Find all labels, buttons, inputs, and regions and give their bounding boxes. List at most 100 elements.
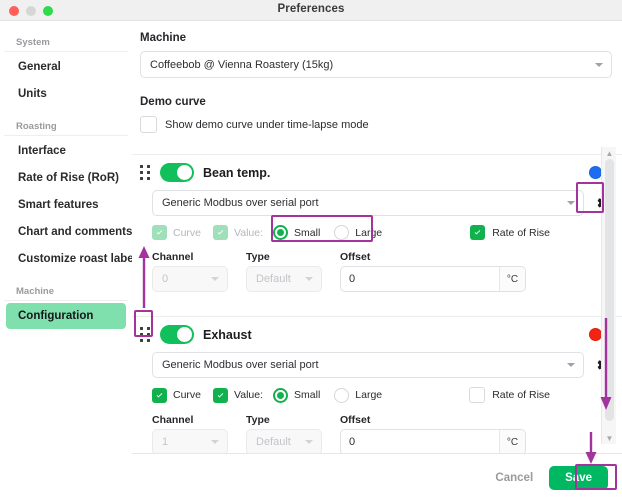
sidebar-item-general[interactable]: General: [6, 54, 126, 80]
chevron-down-icon: [211, 277, 219, 281]
exhaust-offset-input-wrap: °C: [340, 429, 526, 453]
demo-curve-checkbox-label: Show demo curve under time-lapse mode: [165, 118, 369, 131]
exhaust-rate-of-rise-label: Rate of Rise: [492, 389, 550, 401]
exhaust-toggle[interactable]: [160, 325, 194, 344]
main-content: Machine Coffeebob @ Vienna Roastery (15k…: [132, 21, 622, 453]
bean-temp-protocol-select[interactable]: Generic Modbus over serial port: [152, 190, 584, 216]
exhaust-offset-field: Offset °C: [340, 414, 526, 453]
exhaust-header: Exhaust: [132, 317, 622, 344]
exhaust-title: Exhaust: [203, 327, 252, 342]
bean-temp-value-label: Value:: [234, 226, 264, 239]
bean-temp-channel-field: Channel 0: [152, 251, 228, 292]
machine-label: Machine: [140, 32, 187, 44]
bean-temp-options-row: Curve Value: Small Large Rate of Rise: [132, 216, 622, 240]
sidebar-item-interface[interactable]: Interface: [6, 138, 126, 164]
chevron-down-icon: [305, 277, 313, 281]
bean-temp-channel-label: Channel: [152, 251, 194, 263]
scroll-down-arrow-icon[interactable]: ▼: [602, 432, 617, 444]
sidebar-item-units[interactable]: Units: [6, 81, 126, 107]
exhaust-size-radio-group: Small Large: [273, 387, 382, 403]
exhaust-protocol-row: Generic Modbus over serial port: [132, 344, 622, 378]
scrollbar-thumb[interactable]: [605, 159, 614, 421]
bean-temp-ror-group: Rate of Rise: [470, 225, 550, 240]
machine-select-value: Coffeebob @ Vienna Roastery (15kg): [150, 58, 334, 71]
exhaust-protocol-value: Generic Modbus over serial port: [162, 359, 319, 371]
bean-temp-size-large-label: Large: [355, 226, 383, 239]
exhaust-protocol-select[interactable]: Generic Modbus over serial port: [152, 352, 584, 378]
cancel-button[interactable]: Cancel: [495, 472, 533, 484]
bean-temp-protocol-value: Generic Modbus over serial port: [162, 197, 319, 209]
dialog-footer: Cancel Save: [132, 453, 622, 501]
bean-temp-channel-select[interactable]: 0: [152, 266, 228, 292]
exhaust-type-value: Default: [256, 436, 291, 448]
sidebar-group-system: System: [4, 33, 128, 52]
demo-curve-label: Demo curve: [140, 96, 206, 108]
sidebar-item-customize-roast-labels[interactable]: Customize roast labels: [6, 246, 143, 272]
bean-temp-size-small-radio[interactable]: [273, 225, 289, 240]
chevron-down-icon: [595, 62, 603, 67]
bean-temp-offset-input[interactable]: [341, 267, 499, 291]
bean-temp-size-radio-group: Small Large: [273, 225, 382, 240]
chevron-down-icon: [567, 201, 575, 205]
sidebar-group-machine: Machine: [4, 282, 128, 301]
bean-temp-title: Bean temp.: [203, 165, 271, 180]
exhaust-channel-value: 1: [162, 436, 169, 448]
exhaust-channel-label: Channel: [152, 414, 194, 426]
device-bean-temp: Bean temp. Generic Modbus over serial po…: [132, 155, 622, 292]
bean-temp-curve-checkbox[interactable]: [152, 225, 167, 240]
scroll-up-arrow-icon[interactable]: ▲: [602, 147, 617, 159]
exhaust-size-small-radio[interactable]: [273, 387, 289, 403]
exhaust-type-select[interactable]: Default: [246, 429, 322, 453]
bean-temp-offset-field: Offset °C: [340, 251, 526, 292]
demo-curve-checkbox[interactable]: [140, 116, 157, 133]
bean-temp-fields-row: Channel 0 Type Default Offset 0 °C: [132, 240, 622, 292]
demo-curve-row: Show demo curve under time-lapse mode: [140, 116, 612, 133]
chevron-down-icon: [305, 440, 313, 444]
sidebar-item-configuration[interactable]: Configuration: [6, 303, 126, 329]
exhaust-options-row: Curve Value: Small Large Rate of Rise: [132, 378, 622, 403]
device-exhaust: Exhaust Generic Modbus over serial port: [132, 317, 622, 453]
preferences-window: Preferences System General Units Roastin…: [0, 0, 622, 501]
machine-section: Machine Coffeebob @ Vienna Roastery (15k…: [140, 32, 612, 78]
exhaust-size-large-radio[interactable]: [334, 387, 350, 403]
bean-temp-offset-unit: °C: [499, 267, 525, 291]
chevron-down-icon: [567, 363, 575, 367]
exhaust-rate-of-rise-checkbox[interactable]: [469, 387, 486, 403]
demo-curve-section: Demo curve Show demo curve under time-la…: [140, 96, 612, 133]
exhaust-type-field: Type Default: [246, 414, 322, 453]
exhaust-curve-checkbox[interactable]: [152, 387, 167, 403]
exhaust-offset-label: Offset: [340, 414, 371, 426]
sidebar-item-rate-of-rise[interactable]: Rate of Rise (RoR): [6, 165, 126, 191]
bean-temp-protocol-row: Generic Modbus over serial port: [132, 182, 622, 216]
window-title: Preferences: [277, 3, 345, 15]
title-bar: Preferences: [0, 0, 622, 21]
drag-handle-icon[interactable]: [140, 165, 151, 180]
bean-temp-value-checkbox[interactable]: [213, 225, 229, 240]
content-scrollbar[interactable]: ▲ ▼: [601, 147, 616, 444]
exhaust-value-checkbox[interactable]: [213, 387, 229, 403]
bean-temp-channel-value: 0: [162, 273, 169, 285]
sidebar-item-smart-features[interactable]: Smart features: [6, 192, 126, 218]
exhaust-offset-unit: °C: [499, 430, 525, 453]
bean-temp-rate-of-rise-checkbox[interactable]: [470, 225, 486, 240]
bean-temp-offset-input-wrap: °C: [340, 266, 526, 292]
save-button[interactable]: Save: [549, 465, 608, 490]
machine-select[interactable]: Coffeebob @ Vienna Roastery (15kg): [140, 51, 612, 78]
bean-temp-size-large-radio[interactable]: [334, 225, 350, 240]
bean-temp-header: Bean temp.: [132, 155, 622, 182]
drag-handle-icon[interactable]: [140, 327, 151, 342]
exhaust-channel-select[interactable]: 1: [152, 429, 228, 453]
bean-temp-toggle[interactable]: [160, 163, 194, 182]
bean-temp-type-select[interactable]: Default: [246, 266, 322, 292]
exhaust-curve-label: Curve: [173, 389, 202, 401]
bean-temp-offset-label: Offset: [340, 251, 371, 263]
exhaust-offset-input[interactable]: [341, 430, 499, 453]
exhaust-value-label: Value:: [234, 389, 264, 401]
bean-temp-type-label: Type: [246, 251, 270, 263]
sidebar-item-chart-and-comments[interactable]: Chart and comments: [6, 219, 132, 245]
sidebar: System General Units Roasting Interface …: [0, 21, 143, 501]
exhaust-fields-row: Channel 1 Type Default Offset 0 °C: [132, 403, 622, 453]
exhaust-size-small-label: Small: [294, 389, 321, 401]
chevron-down-icon: [211, 440, 219, 444]
bean-temp-curve-label: Curve: [173, 226, 202, 239]
